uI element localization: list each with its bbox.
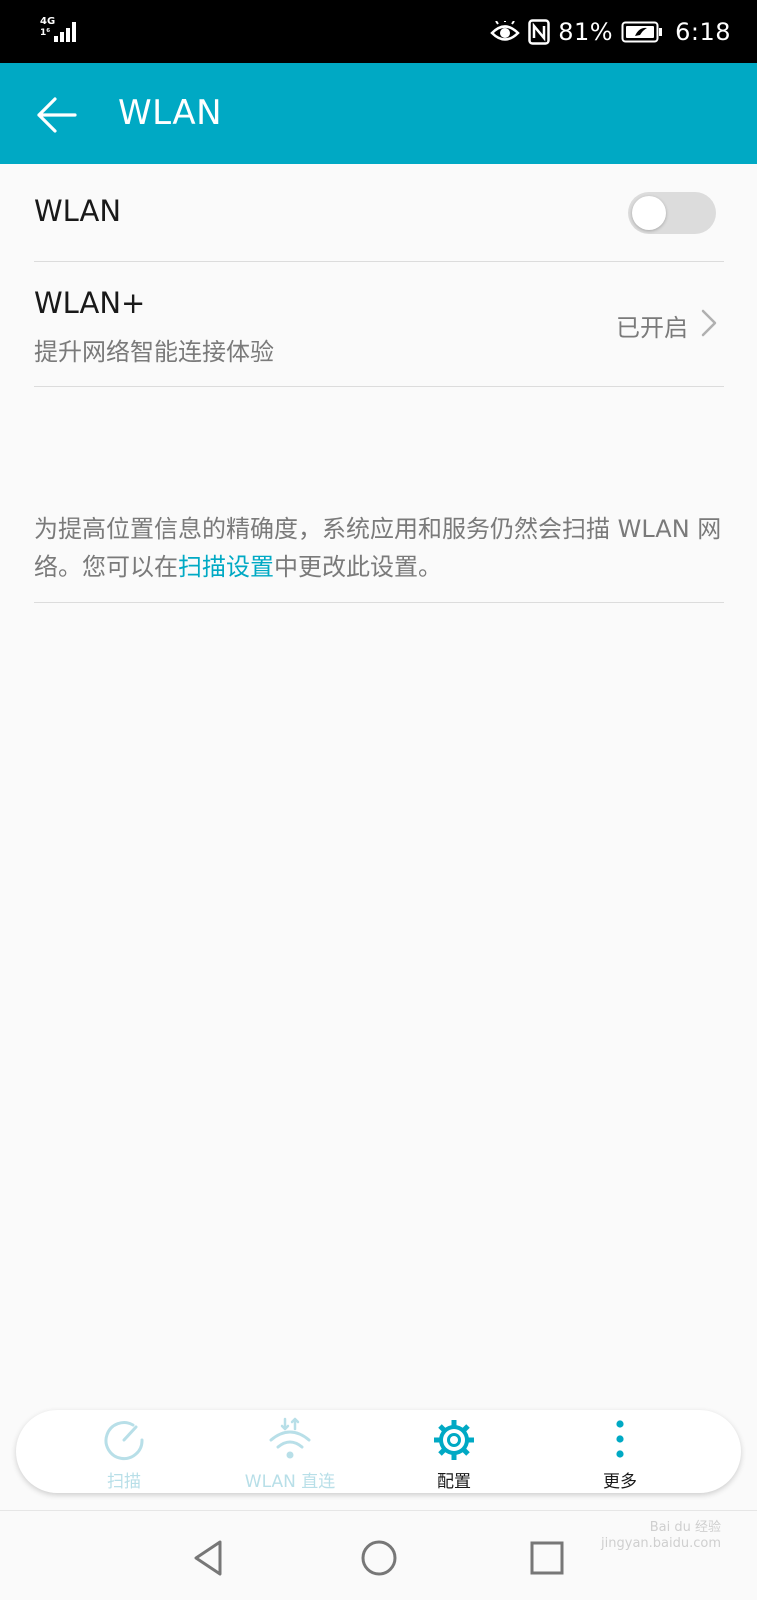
wlan-plus-label: WLAN+: [34, 286, 146, 320]
status-bar: 4G 1⁶ 81% 6:18: [0, 0, 757, 63]
tab-wifi-direct[interactable]: WLAN 直连: [210, 1410, 370, 1493]
clock: 6:18: [675, 18, 731, 46]
app-bar: WLAN: [0, 63, 757, 164]
wlan-switch[interactable]: [628, 192, 716, 234]
signal-bars-icon: [54, 22, 76, 42]
tab-more[interactable]: 更多: [540, 1410, 700, 1493]
tab-config-label: 配置: [437, 1472, 471, 1492]
more-vertical-icon: [616, 1420, 624, 1458]
scan-settings-link[interactable]: 扫描设置: [178, 553, 274, 581]
page-title: WLAN: [118, 93, 223, 133]
battery-icon: [621, 21, 663, 43]
tab-scan-label: 扫描: [107, 1472, 141, 1492]
status-right: 81% 6:18: [490, 16, 731, 48]
gear-icon: [434, 1420, 474, 1460]
scan-info-text: 为提高位置信息的精确度，系统应用和服务仍然会扫描 WLAN 网络。您可以在扫描设…: [34, 510, 724, 603]
wlan-plus-row[interactable]: WLAN+ 提升网络智能连接体验 已开启: [34, 262, 724, 387]
battery-percent: 81%: [558, 18, 614, 46]
watermark-line2: jingyan.baidu.com: [601, 1536, 721, 1551]
watermark: Bai du 经验 jingyan.baidu.com: [601, 1520, 721, 1552]
network-type: 4G: [40, 16, 56, 27]
tab-more-label: 更多: [603, 1472, 637, 1492]
back-button[interactable]: [26, 85, 86, 145]
recents-square-icon[interactable]: [522, 1533, 572, 1583]
wlan-plus-status: 已开启: [616, 314, 688, 342]
wlan-plus-subtitle: 提升网络智能连接体验: [34, 338, 274, 366]
watermark-line1: Bai du 经验: [649, 1520, 721, 1535]
network-sub: 1⁶: [40, 28, 51, 38]
back-triangle-icon[interactable]: [186, 1533, 236, 1583]
tab-config[interactable]: 配置: [374, 1410, 534, 1493]
home-circle-icon[interactable]: [354, 1533, 404, 1583]
arrow-left-icon: [37, 97, 77, 133]
info-text-after: 中更改此设置。: [274, 553, 442, 581]
wlan-toggle-row[interactable]: WLAN: [34, 164, 724, 262]
switch-knob: [632, 196, 666, 230]
scan-icon: [104, 1421, 144, 1461]
signal-indicator: 4G 1⁶: [40, 16, 84, 46]
tab-wifi-direct-label: WLAN 直连: [244, 1472, 336, 1492]
wlan-label: WLAN: [34, 194, 122, 228]
tab-scan[interactable]: 扫描: [44, 1410, 204, 1493]
bottom-tab-bar: 扫描 WLAN 直连 配置 更多: [16, 1410, 741, 1493]
eye-comfort-icon: [490, 21, 521, 41]
chevron-right-icon: [701, 309, 717, 337]
nfc-icon: [528, 19, 550, 45]
wifi-direct-icon: [269, 1417, 311, 1459]
